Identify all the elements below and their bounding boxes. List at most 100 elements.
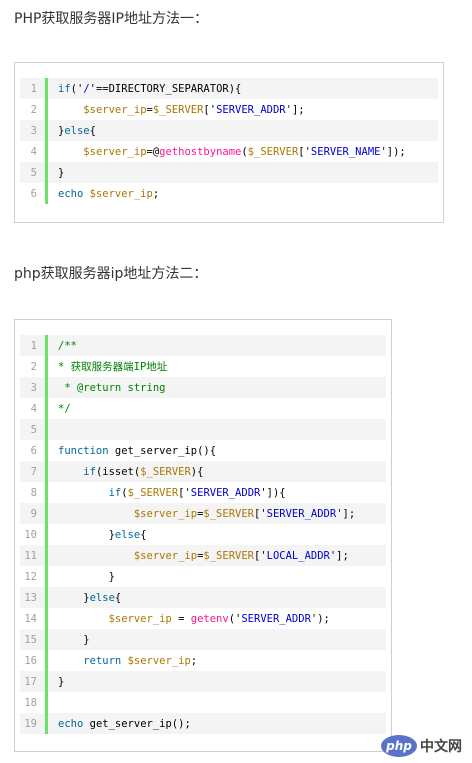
code-token: ']; (329, 549, 349, 562)
code-line: 7 if(isset($_SERVER){ (20, 461, 386, 482)
code-line: 8 if($_SERVER['SERVER_ADDR']){ (20, 482, 386, 503)
code-text: } (48, 167, 438, 179)
code-token: echo (58, 717, 84, 730)
code-text: * @return string (48, 382, 386, 394)
code-line: 6 echo $server_ip; (20, 183, 438, 204)
code-text: if($_SERVER['SERVER_ADDR']){ (48, 487, 386, 499)
code-token: $server_ip (133, 507, 198, 520)
code-token: if (58, 82, 71, 95)
code-line: 15 } (20, 629, 386, 650)
section1-heading: PHP获取服务器IP地址方法一： (14, 11, 208, 27)
code-text: return $server_ip; (48, 655, 386, 667)
code-token: { (140, 528, 147, 541)
code-text: $server_ip = getenv('SERVER_ADDR'); (48, 613, 386, 625)
code-token: [' (203, 103, 217, 116)
code-token: ']); (380, 145, 406, 158)
code-token: ; (190, 654, 198, 667)
line-number: 11 (20, 545, 48, 566)
code-token: } (58, 166, 65, 179)
code-text: $server_ip=$_SERVER['SERVER_ADDR']; (48, 104, 438, 116)
line-number: 4 (20, 398, 48, 419)
code-token: return (83, 654, 128, 667)
line-number: 7 (20, 461, 48, 482)
code-token: SERVER_ADDR (241, 612, 311, 625)
code-token: else (89, 591, 115, 604)
code-token: */ (58, 402, 71, 415)
code-token: else (64, 124, 90, 137)
code-text: $server_ip=$_SERVER['SERVER_ADDR']; (48, 508, 386, 520)
code-token: $server_ip (133, 549, 198, 562)
line-number: 4 (20, 141, 48, 162)
code-token: [' (253, 507, 267, 520)
code-token: * 获取服务器端IP地址 (58, 361, 168, 373)
code-token: SERVER_ADDR (216, 103, 286, 116)
code-token: $server_ip (108, 612, 172, 625)
code-line: 19 echo get_server_ip(); (20, 713, 386, 734)
line-number: 9 (20, 503, 48, 524)
code-token: (' (228, 612, 242, 625)
code-text: }else{ (48, 592, 386, 604)
code-text: if('/'==DIRECTORY_SEPARATOR){ (48, 83, 438, 95)
line-number: 2 (20, 356, 48, 377)
code-line: 3}else{ (20, 120, 438, 141)
code-token: ']){ (260, 486, 286, 499)
code-token: $_SERVER (247, 145, 299, 158)
code-token: function (58, 444, 109, 457)
line-number: 5 (20, 419, 48, 440)
code-token: else (114, 528, 141, 541)
code-token: ; (152, 187, 160, 200)
code-line: 14 $server_ip = getenv('SERVER_ADDR'); (20, 608, 386, 629)
code-text: }else{ (48, 529, 386, 541)
code-token: [' (178, 486, 191, 499)
code-token: SERVER_ADDR (190, 486, 261, 499)
line-number: 19 (20, 713, 48, 734)
code-token: = (171, 612, 191, 625)
code-text: if(isset($_SERVER){ (48, 466, 386, 478)
code-text: }else{ (48, 125, 438, 137)
line-number: 10 (20, 524, 48, 545)
code-token: { (114, 591, 122, 604)
code-token: $_SERVER (152, 103, 204, 116)
code-text: * 获取服务器端IP地址 (48, 359, 386, 374)
code-token: $_SERVER (203, 507, 254, 520)
code-text: } (48, 676, 386, 688)
line-number: 5 (20, 162, 48, 183)
code-line: 2 * 获取服务器端IP地址 (20, 356, 386, 377)
code-lines-1: 1 if('/'==DIRECTORY_SEPARATOR){2 $server_… (20, 78, 438, 204)
code-line: 18 (20, 692, 386, 713)
line-number: 16 (20, 650, 48, 671)
code-line: 5 (20, 419, 386, 440)
code-line: 9 $server_ip=$_SERVER['SERVER_ADDR']; (20, 503, 386, 524)
code-token: gethostbyname (159, 145, 242, 158)
php-cn-watermark: php 中文网 (381, 735, 462, 757)
line-number: 18 (20, 692, 48, 713)
code-line: 3 * @return string (20, 377, 386, 398)
code-token: [' (253, 549, 267, 562)
code-token: ){ (190, 465, 204, 478)
code-token: /** (58, 339, 77, 352)
code-token: getenv (190, 612, 229, 625)
code-line: 11 $server_ip=$_SERVER['LOCAL_ADDR']; (20, 545, 386, 566)
code-token: LOCAL_ADDR (266, 549, 330, 562)
line-number: 2 (20, 99, 48, 120)
code-token: get_server_ip(); (83, 717, 191, 730)
code-text: echo get_server_ip(); (48, 718, 386, 730)
code-token: $server_ip (83, 103, 147, 116)
code-text: echo $server_ip; (48, 188, 438, 200)
code-token: '); (310, 612, 330, 625)
code-text: $server_ip=@gethostbyname($_SERVER['SERV… (48, 146, 438, 158)
code-token: $server_ip (127, 654, 191, 667)
code-token: SERVER_ADDR (266, 507, 337, 520)
code-line: 17} (20, 671, 386, 692)
code-token: } (58, 675, 65, 688)
section2-heading: php获取服务器ip地址方法二： (14, 266, 208, 282)
code-text: } (48, 634, 386, 646)
code-token: $server_ip (83, 145, 147, 158)
code-token: } (58, 570, 115, 583)
line-number: 15 (20, 629, 48, 650)
code-line: 4 */ (20, 398, 386, 419)
code-token: (isset( (95, 465, 141, 478)
